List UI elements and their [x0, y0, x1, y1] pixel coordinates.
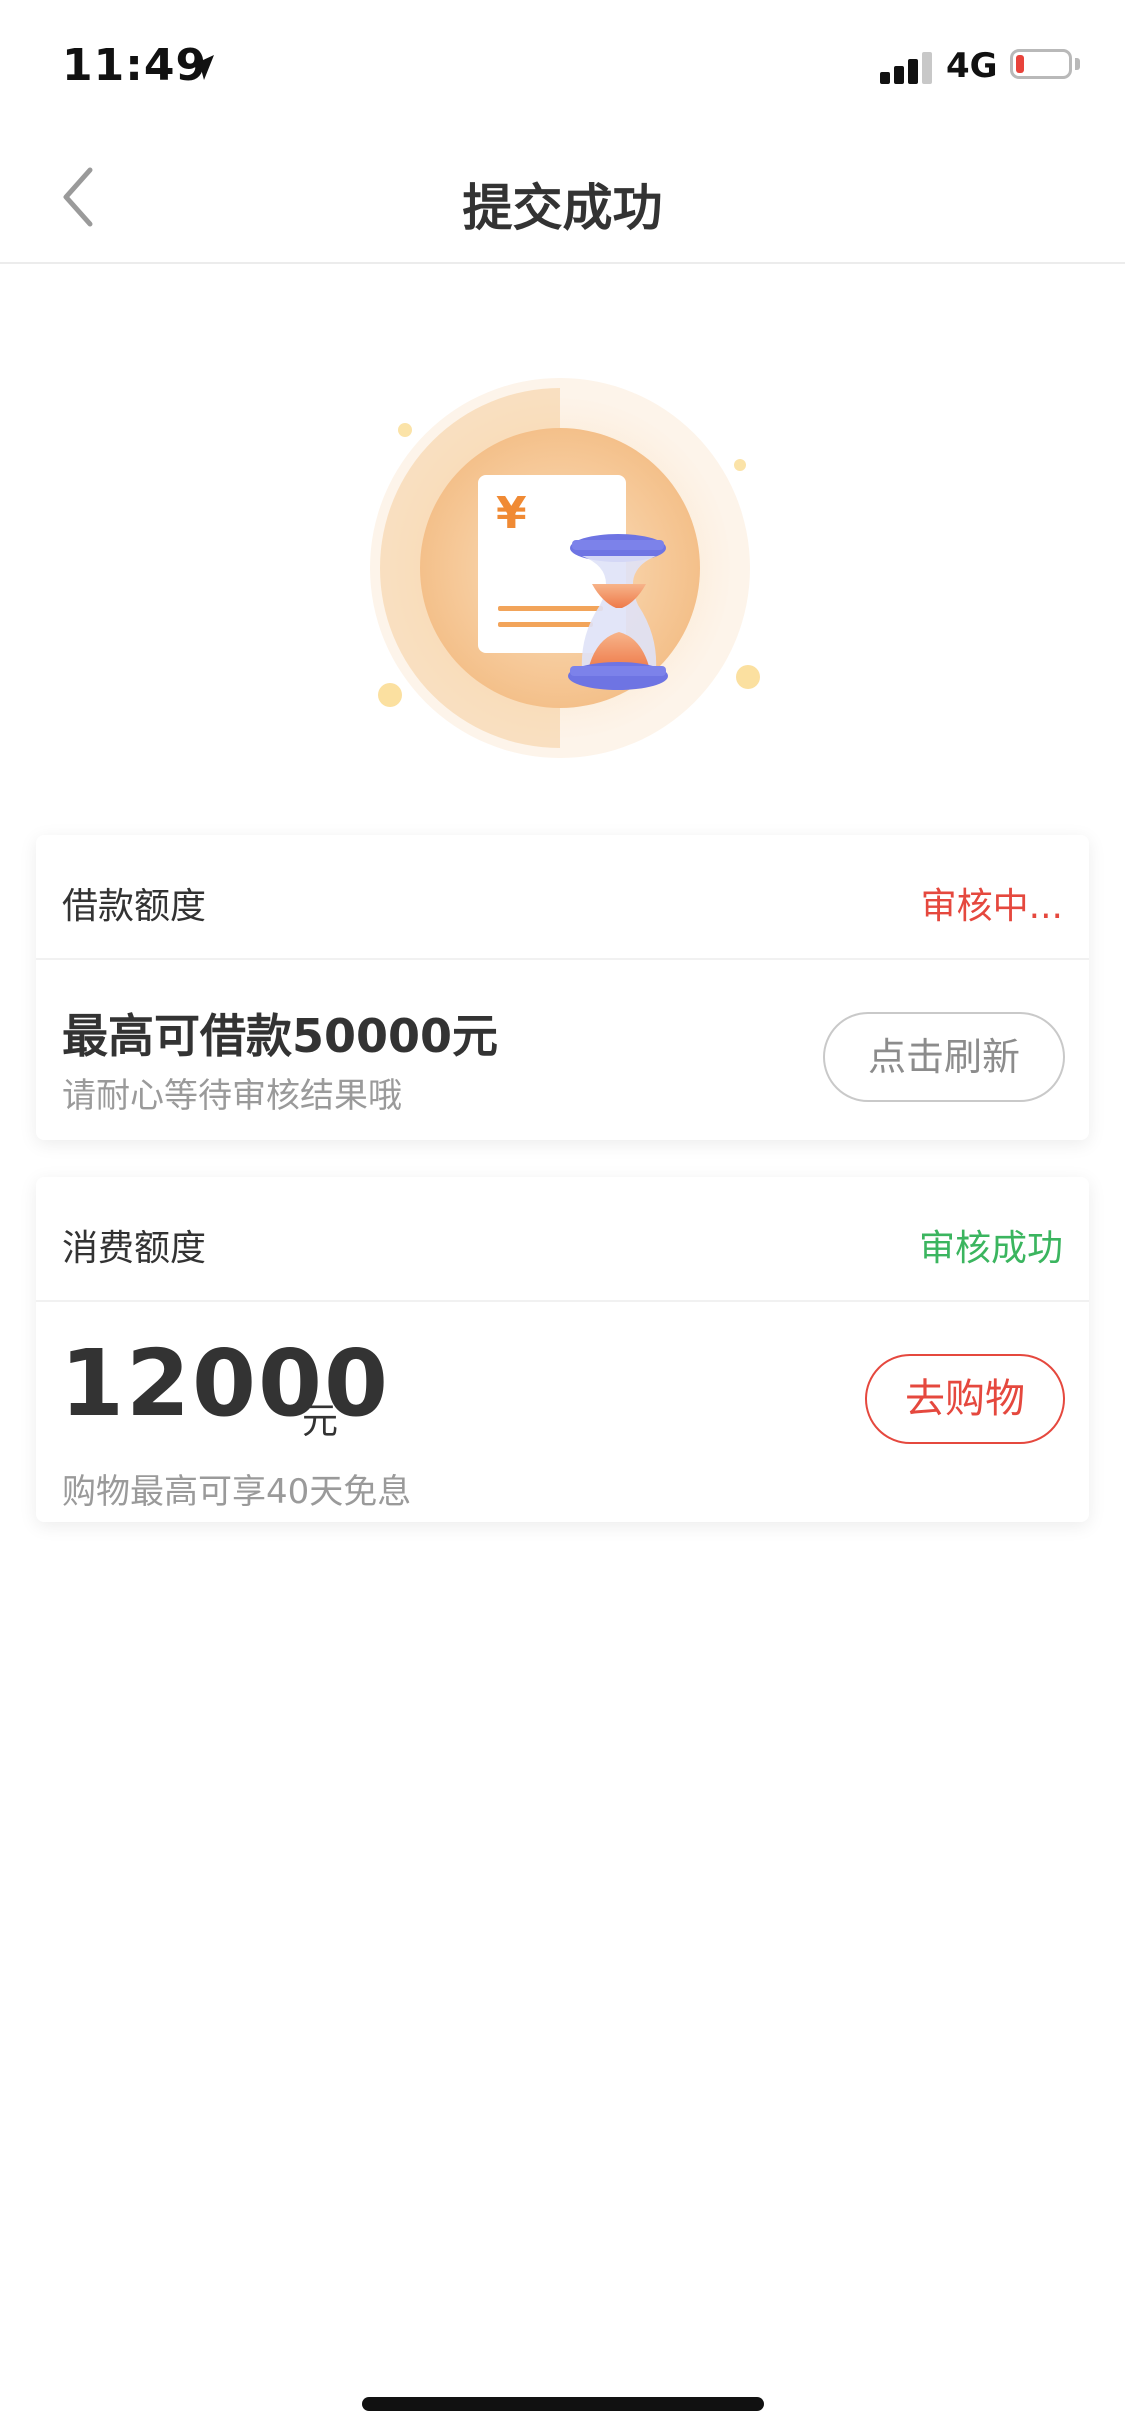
page-title: 提交成功 [462, 179, 663, 237]
signal-icon [880, 50, 934, 84]
location-arrow-icon [190, 55, 214, 80]
yen-icon: ¥ [496, 488, 527, 539]
loan-quota-header: 借款额度 审核中... [36, 835, 1089, 960]
consume-amount: 12000 [60, 1330, 391, 1437]
review-pending-illustration: ¥ [370, 378, 760, 758]
loan-hint: 请耐心等待审核结果哦 [62, 1076, 402, 1116]
refresh-button[interactable]: 点击刷新 [823, 1012, 1065, 1102]
consume-quota-card: 消费额度 审核成功 12000 元 购物最高可享40天免息 去购物 [36, 1177, 1089, 1522]
consume-quota-label: 消费额度 [62, 1228, 207, 1269]
home-indicator[interactable] [362, 2397, 764, 2411]
battery-icon [1010, 49, 1072, 79]
consume-unit: 元 [302, 1401, 339, 1442]
status-bar: 11:49 4G [0, 0, 1125, 132]
consume-hint: 购物最高可享40天免息 [62, 1472, 412, 1512]
network-label: 4G [946, 46, 998, 86]
loan-quota-card: 借款额度 审核中... 最高可借款50000元 请耐心等待审核结果哦 点击刷新 [36, 835, 1089, 1140]
nav-bar: 提交成功 [0, 132, 1125, 264]
consume-quota-header: 消费额度 审核成功 [36, 1177, 1089, 1302]
loan-max-amount: 最高可借款50000元 [62, 1009, 499, 1063]
battery-cap [1075, 58, 1080, 70]
consume-status-badge: 审核成功 [918, 1228, 1063, 1269]
loan-status-badge: 审核中... [920, 886, 1063, 927]
loan-quota-label: 借款额度 [62, 886, 207, 927]
go-shopping-button[interactable]: 去购物 [865, 1354, 1065, 1444]
